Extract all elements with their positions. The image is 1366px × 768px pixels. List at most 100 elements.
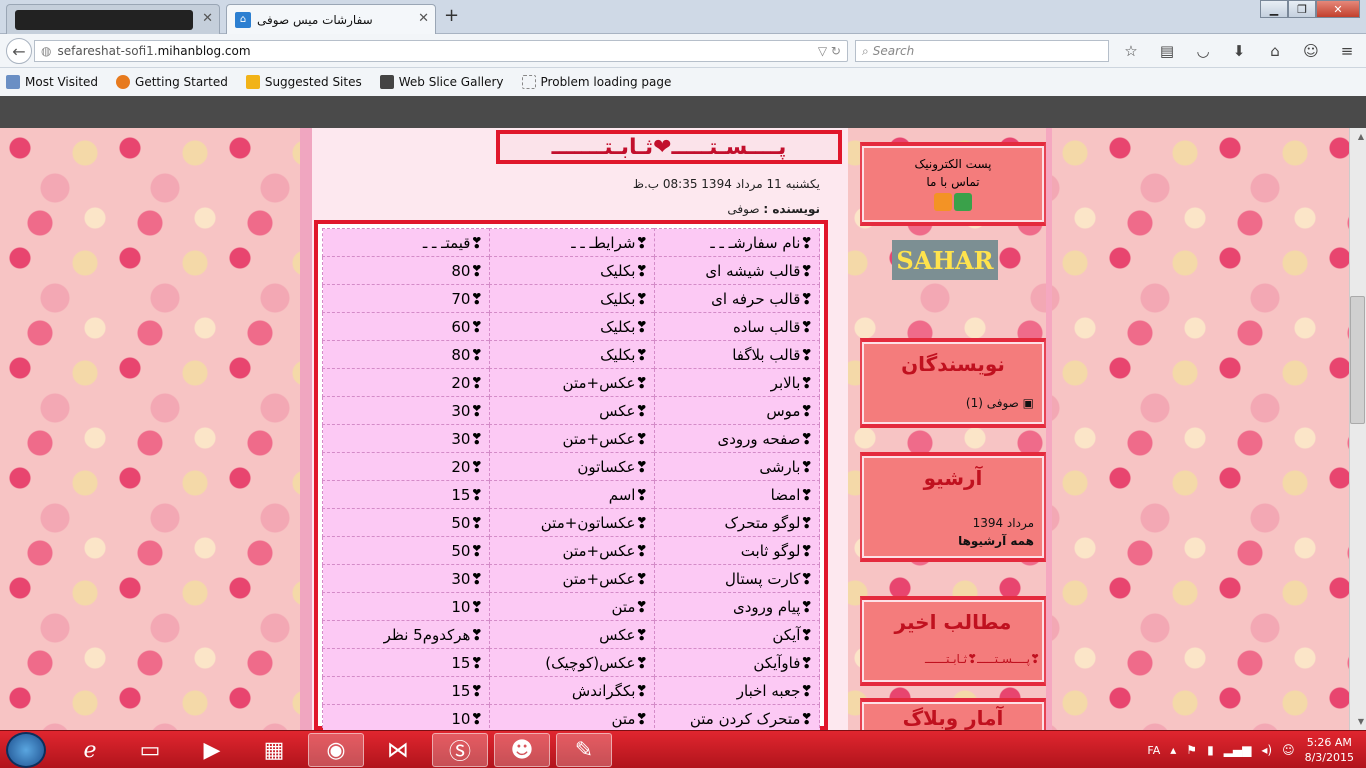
- skype-taskbar-icon[interactable]: Ⓢ: [432, 733, 488, 767]
- vertical-scrollbar[interactable]: ▲ ▼: [1349, 128, 1366, 730]
- order-name-cell: ❣قالب بلاگفا: [654, 340, 820, 369]
- condition-cell: ❣بکلیک: [489, 284, 656, 313]
- rss-green-icon[interactable]: [954, 193, 972, 211]
- url-text: sefareshat-sofi1.mihanblog.com: [57, 44, 251, 58]
- maximize-button[interactable]: ❐: [1288, 0, 1316, 18]
- author-label: نویسنده :: [763, 202, 820, 216]
- post-date: یکشنبه 11 مرداد 1394 08:35 ب.ظ: [632, 177, 820, 191]
- clock[interactable]: 5:26 AM 8/3/2015: [1305, 735, 1354, 765]
- minimize-button[interactable]: ▁: [1260, 0, 1288, 18]
- order-name-cell: ❣بالابر: [654, 368, 820, 397]
- author-item-label: صوفی (1): [965, 396, 1019, 410]
- sahar-banner[interactable]: SAHAR: [892, 240, 998, 280]
- condition-cell: ❣متن: [489, 704, 656, 730]
- messenger-tray-icon[interactable]: ☺: [1282, 743, 1295, 757]
- table-row: ❣جعبه اخبار ❣بکگراندش ❣15: [321, 676, 820, 705]
- scroll-down-icon[interactable]: ▼: [1358, 717, 1364, 726]
- condition-cell: ❣عکس(کوچیک): [489, 648, 656, 677]
- reading-list-icon[interactable]: ▤: [1156, 40, 1178, 62]
- bookmark-most-visited[interactable]: Most Visited: [6, 75, 98, 89]
- recent-posts-box: مطالب اخیر ❣پــــسـتـــــ❣ثـابـتــــــ: [860, 596, 1046, 686]
- ie-suggested-icon: [245, 75, 260, 89]
- url-bar[interactable]: ◍ sefareshat-sofi1.mihanblog.com ▽ ↻: [34, 40, 848, 62]
- tab-blurred[interactable]: ✕: [6, 4, 220, 34]
- clock-date: 8/3/2015: [1304, 751, 1354, 764]
- search-input[interactable]: ⌕ Search: [855, 40, 1109, 62]
- pocket-icon[interactable]: ◡: [1192, 40, 1214, 62]
- paint-taskbar-icon[interactable]: ✎: [556, 733, 612, 767]
- condition-cell: ❣عکس+متن: [489, 564, 656, 593]
- system-tray: FA ▴ ⚑ ▮ ▂▄▆ ◂) ☺ 5:26 AM 8/3/2015: [1147, 731, 1366, 768]
- firefox-icon: [116, 75, 131, 89]
- price-cell: ❣15: [321, 648, 491, 677]
- ie-taskbar-icon[interactable]: ℯ: [62, 733, 118, 767]
- start-button[interactable]: [6, 732, 46, 768]
- hello-icon[interactable]: ☺: [1300, 40, 1322, 62]
- explorer-taskbar-icon[interactable]: ▭: [122, 733, 178, 767]
- contact-link[interactable]: تماس با ما: [926, 175, 979, 189]
- folder-icon: [6, 75, 20, 89]
- close-window-button[interactable]: ✕: [1316, 0, 1360, 18]
- clock-time: 5:26 AM: [1306, 736, 1352, 749]
- condition-cell: ❣بکگراندش: [489, 676, 656, 705]
- menu-icon[interactable]: ≡: [1336, 40, 1358, 62]
- email-link[interactable]: پست الکترونیک: [915, 157, 992, 171]
- home-icon[interactable]: ⌂: [1264, 40, 1286, 62]
- rss-links: [934, 193, 972, 211]
- bookmark-problem-loading[interactable]: Problem loading page: [521, 75, 671, 89]
- scroll-up-icon[interactable]: ▲: [1358, 132, 1364, 141]
- network-icon[interactable]: ▂▄▆: [1224, 743, 1252, 757]
- bookmark-web-slice[interactable]: Web Slice Gallery: [379, 75, 504, 89]
- download-icon[interactable]: ⬇: [1228, 40, 1250, 62]
- condition-cell: ❣عکساتون: [489, 452, 656, 481]
- close-tab-icon[interactable]: ✕: [418, 11, 429, 26]
- order-name-cell: ❣قالب ساده: [654, 312, 820, 341]
- bookmark-suggested-sites[interactable]: Suggested Sites: [245, 75, 362, 89]
- scroll-thumb[interactable]: [1350, 296, 1365, 424]
- table-row: ❣متحرک کردن متن ❣متن ❣10: [321, 704, 820, 730]
- show-hidden-icons[interactable]: ▴: [1170, 743, 1176, 757]
- price-cell: ❣10: [321, 592, 491, 621]
- volume-icon[interactable]: ◂): [1261, 743, 1272, 757]
- device-icon[interactable]: ▮: [1207, 743, 1214, 757]
- tab-active[interactable]: ⌂ سفارشات میس صوفی ✕: [226, 4, 436, 34]
- author-name[interactable]: صوفی: [727, 202, 759, 216]
- recent-post-link[interactable]: ❣پــــسـتـــــ❣ثـابـتــــــ: [862, 652, 1044, 666]
- order-name-cell: ❣بارشی: [654, 452, 820, 481]
- bookmark-star-icon[interactable]: ☆: [1120, 40, 1142, 62]
- firefox-taskbar-icon[interactable]: ◉: [308, 733, 364, 767]
- archive-month[interactable]: مرداد 1394: [862, 516, 1044, 530]
- recent-title: مطالب اخیر: [894, 610, 1012, 634]
- media-player-taskbar-icon[interactable]: ▶: [184, 733, 240, 767]
- condition-cell: ❣بکلیک: [489, 256, 656, 285]
- globe-icon: ◍: [41, 44, 52, 58]
- order-name-cell: ❣قالب شیشه ای: [654, 256, 820, 285]
- author-item[interactable]: ▣ صوفی (1): [862, 396, 1044, 410]
- toolbar-icons: ☆ ▤ ◡ ⬇ ⌂ ☺ ≡: [1120, 40, 1358, 62]
- archive-title: آرشیو: [923, 466, 983, 490]
- post-author: نویسنده : صوفی: [727, 202, 820, 216]
- new-tab-button[interactable]: +: [444, 5, 459, 26]
- price-cell: ❣50: [321, 508, 491, 537]
- main-column: پــــسـتـــــ❤ثـابـتـــــــ یکشنبه 11 مر…: [300, 128, 848, 730]
- close-tab-icon[interactable]: ✕: [202, 11, 213, 26]
- back-arrow-icon[interactable]: ←: [6, 38, 32, 64]
- bookmark-getting-started[interactable]: Getting Started: [116, 75, 228, 89]
- table-row: ❣موس ❣عکس ❣30: [321, 396, 820, 425]
- order-name-cell: ❣جعبه اخبار: [654, 676, 820, 705]
- nav-bar: ← ◍ sefareshat-sofi1.mihanblog.com ▽ ↻ ⌕…: [0, 34, 1366, 68]
- archive-all-link[interactable]: همه آرشیوها: [862, 534, 1044, 548]
- action-center-flag-icon[interactable]: ⚑: [1186, 743, 1197, 757]
- visual-studio-taskbar-icon[interactable]: ⋈: [370, 733, 426, 767]
- yahoo-messenger-taskbar-icon[interactable]: ☻: [494, 733, 550, 767]
- redacted-tab-title: [15, 9, 193, 30]
- language-indicator[interactable]: FA: [1147, 744, 1160, 757]
- winrar-taskbar-icon[interactable]: ▦: [246, 733, 302, 767]
- search-placeholder: Search: [872, 44, 915, 58]
- reload-icon[interactable]: ▽ ↻: [818, 44, 841, 58]
- rss-orange-icon[interactable]: [934, 193, 952, 211]
- price-table: ❣نام سفارشـ ـ ـ ❣شرایطـ ـ ـ ❣قیمتـ ـ ـ ❣قال…: [321, 228, 820, 730]
- table-row: ❣قالب بلاگفا ❣بکلیک ❣80: [321, 340, 820, 369]
- post-title[interactable]: پــــسـتـــــ❤ثـابـتـــــــ: [496, 130, 842, 164]
- price-cell: ❣30: [321, 396, 491, 425]
